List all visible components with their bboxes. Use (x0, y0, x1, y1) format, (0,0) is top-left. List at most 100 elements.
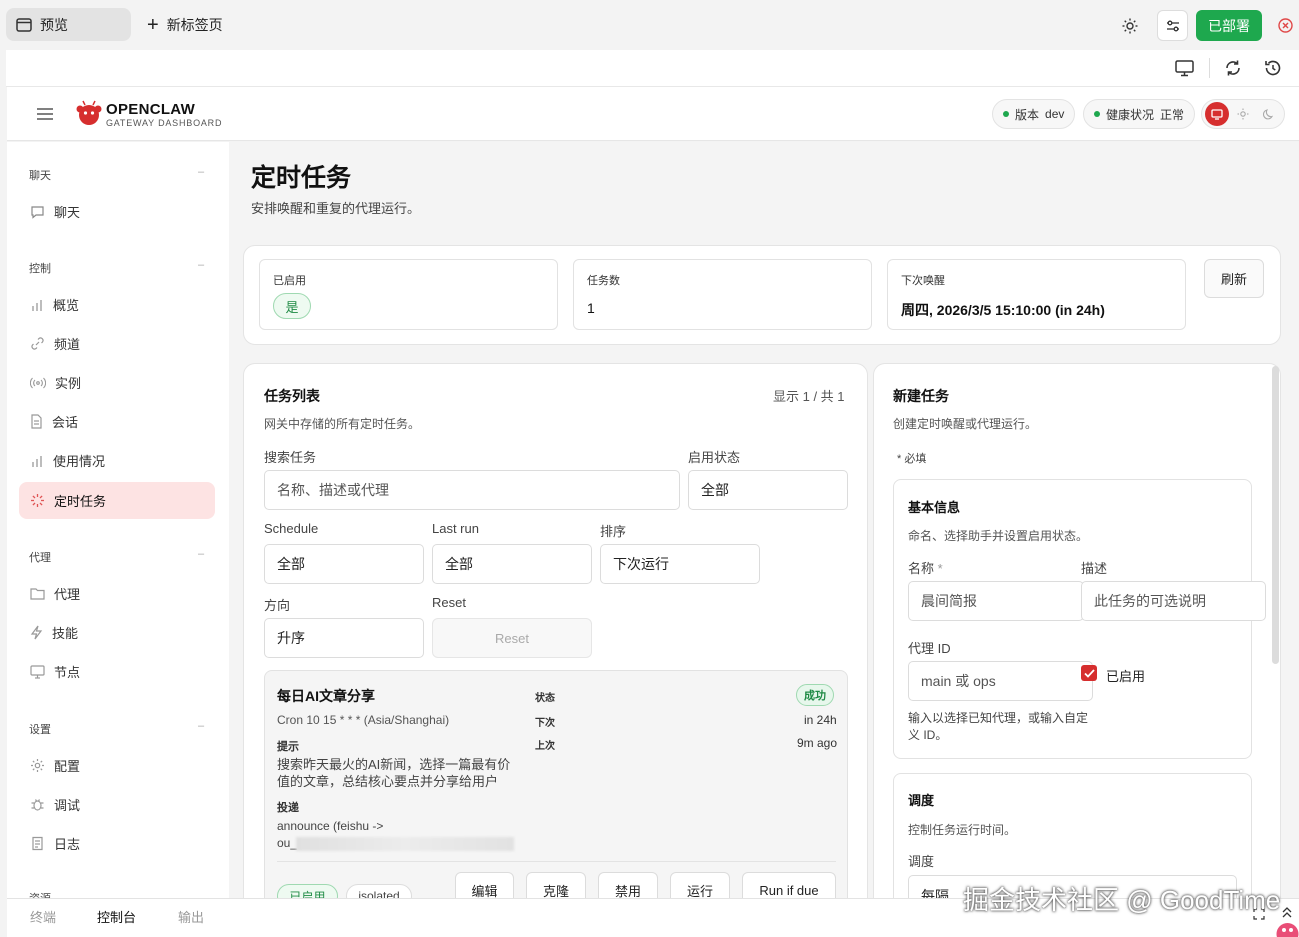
enabled-filter-label: 启用状态 (688, 450, 741, 465)
folder-icon (30, 588, 45, 600)
run-if-due-button[interactable]: Run if due (742, 872, 836, 898)
sidebar-item-nodes[interactable]: 节点 (19, 653, 215, 690)
sidebar-item-sessions[interactable]: 会话 (19, 403, 215, 440)
collapse-icon[interactable]: – (198, 720, 204, 732)
bottom-tab-console[interactable]: 控制台 (97, 907, 136, 926)
theme-light-icon[interactable] (1234, 104, 1252, 124)
sidebar-item-label: 使用情况 (53, 454, 106, 469)
enabled-filter-select[interactable]: 全部 (688, 470, 848, 510)
sidebar-item-label: 技能 (52, 626, 79, 641)
sidebar-item-debug[interactable]: 调试 (19, 786, 215, 823)
sidebar-item-overview[interactable]: 概览 (19, 286, 215, 323)
bottom-tab-output[interactable]: 输出 (178, 907, 204, 926)
collapse-icon[interactable]: – (198, 166, 204, 178)
job-last-value: 9m ago (797, 736, 838, 750)
sidebar-item-label: 频道 (54, 337, 81, 352)
collapse-icon[interactable]: – (198, 259, 204, 271)
stat-jobs-label: 任务数 (587, 275, 620, 287)
sort-select[interactable]: 下次运行 (600, 544, 760, 584)
watermark-text: 掘金技术社区 @ GoodTime (963, 885, 1281, 915)
page-subtitle: 安排唤醒和重复的代理运行。 (251, 201, 421, 216)
check-icon (1083, 668, 1095, 678)
version-label: 版本 (1015, 107, 1040, 122)
schedule-title: 调度 (908, 793, 935, 808)
sort-label: 排序 (600, 524, 627, 539)
sidebar-item-logs[interactable]: 日志 (19, 825, 215, 862)
name-input[interactable]: 晨间简报 (908, 581, 1084, 621)
status-dot (1003, 111, 1009, 117)
sidebar-item-usage[interactable]: 使用情况 (19, 442, 215, 479)
job-next-value: in 24h (804, 713, 837, 727)
redacted-blur (296, 837, 514, 851)
sidebar-item-config[interactable]: 配置 (19, 747, 215, 784)
required-note: * 必填 (897, 453, 927, 465)
menu-icon[interactable] (35, 105, 55, 123)
sidebar-section-control: 控制 (29, 263, 51, 275)
sun-icon[interactable] (1117, 13, 1143, 39)
plus-icon: + (147, 13, 159, 36)
sidebar-item-label: 实例 (55, 376, 82, 391)
new-tab-button[interactable]: + 新标签页 (147, 8, 223, 41)
direction-label: 方向 (264, 598, 291, 613)
lastrun-filter-select[interactable]: 全部 (432, 544, 592, 584)
theme-dark-icon[interactable] (1260, 104, 1278, 124)
settings-sliders-icon[interactable] (1157, 10, 1188, 41)
disable-button[interactable]: 禁用 (598, 872, 658, 898)
toolbar-divider (1209, 58, 1210, 78)
job-delivery-text: announce (feishu -> (277, 819, 384, 833)
sidebar-item-skills[interactable]: 技能 (19, 614, 215, 651)
agent-id-label: 代理 ID (908, 641, 951, 656)
history-icon[interactable] (1262, 58, 1284, 78)
agent-help-text: 输入以选择已知代理，或输入自定义 ID。 (908, 711, 1089, 742)
tab-preview[interactable]: 预览 (6, 8, 131, 41)
disable-button-wrap: 禁用 (598, 872, 658, 898)
sidebar-item-channels[interactable]: 频道 (19, 325, 215, 362)
close-circle-icon[interactable] (1276, 16, 1294, 34)
stat-enabled-label: 已启用 (273, 275, 306, 287)
clone-button-wrap: 克隆 (526, 872, 586, 898)
brand-title: OPENCLAW (106, 101, 196, 118)
deployed-button[interactable]: 已部署 (1196, 10, 1262, 41)
job-tag-enabled: 已启用 (277, 884, 338, 898)
monitor-icon[interactable] (1173, 58, 1195, 78)
refresh-button[interactable]: 刷新 (1204, 259, 1264, 298)
run-button-wrap: 运行 (670, 872, 730, 898)
sidebar-item-cron[interactable]: 定时任务 (19, 482, 215, 519)
refresh-icon[interactable] (1222, 58, 1244, 78)
monitor-icon (30, 664, 45, 679)
document-icon (31, 414, 42, 429)
theme-system-icon[interactable] (1205, 102, 1229, 126)
basic-info-title: 基本信息 (908, 500, 961, 515)
bottom-tab-terminal[interactable]: 终端 (30, 907, 56, 926)
scrollbar-thumb[interactable] (1272, 366, 1279, 664)
preview-toolbar (6, 50, 1299, 87)
sidebar-item-instances[interactable]: 实例 (19, 364, 215, 401)
job-prompt-text: 搜索昨天最火的AI新闻，选择一篇最有价值的文章，总结核心要点并分享给用户 (277, 757, 511, 789)
search-input[interactable]: 名称、描述或代理 (264, 470, 680, 510)
reset-button[interactable]: Reset (432, 618, 592, 658)
job-delivery-text-2: ou_ (277, 836, 298, 850)
window-icon (16, 17, 32, 32)
job-status-badge: 成功 (796, 684, 834, 706)
agent-id-input[interactable]: main 或 ops (908, 661, 1093, 701)
sidebar-item-label: 定时任务 (54, 494, 107, 509)
job-next-label: 下次 (535, 718, 555, 729)
collapse-icon[interactable]: – (198, 548, 204, 560)
schedule-filter-select[interactable]: 全部 (264, 544, 424, 584)
job-delivery-label: 投递 (277, 802, 299, 814)
run-button[interactable]: 运行 (670, 872, 730, 898)
sidebar-item-chat[interactable]: 聊天 (19, 193, 215, 230)
chevrons-up-icon[interactable] (1280, 906, 1294, 920)
sidebar-item-agents[interactable]: 代理 (19, 575, 215, 612)
clone-button[interactable]: 克隆 (526, 872, 586, 898)
sidebar-item-label: 节点 (54, 665, 81, 680)
enabled-checkbox[interactable] (1081, 665, 1097, 681)
direction-select[interactable]: 升序 (264, 618, 424, 658)
stat-jobs-value: 1 (587, 300, 595, 316)
edit-button[interactable]: 编辑 (455, 872, 514, 898)
enabled-checkbox-label: 已启用 (1106, 669, 1146, 684)
search-label: 搜索任务 (264, 450, 317, 465)
job-name: 每日AI文章分享 (277, 688, 375, 704)
sidebar (7, 142, 229, 898)
description-input[interactable]: 此任务的可选说明 (1081, 581, 1266, 621)
